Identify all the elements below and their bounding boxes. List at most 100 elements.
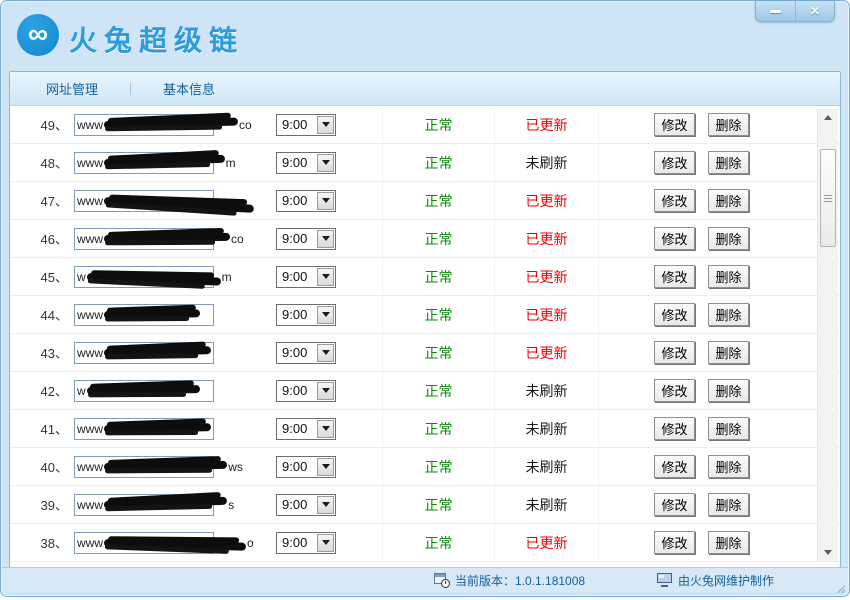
delete-button[interactable]: 删除: [708, 303, 749, 326]
time-dropdown-button[interactable]: [317, 192, 334, 210]
modify-button[interactable]: 修改: [654, 265, 695, 288]
modify-button[interactable]: 修改: [654, 151, 695, 174]
delete-button[interactable]: 删除: [708, 493, 749, 516]
status-text: 正常: [425, 305, 453, 325]
caret-up-icon: [824, 115, 832, 120]
time-value: 9:00: [277, 231, 317, 246]
scroll-down-button[interactable]: [818, 544, 838, 561]
clock-window-icon: [434, 573, 449, 587]
url-input[interactable]: www: [74, 342, 214, 364]
time-dropdown[interactable]: 9:00: [276, 418, 336, 440]
time-dropdown[interactable]: 9:00: [276, 304, 336, 326]
url-input[interactable]: www ws: [74, 456, 214, 478]
status-cell: 正常: [382, 106, 494, 143]
delete-button[interactable]: 删除: [708, 379, 749, 402]
row-number: 38、: [22, 533, 74, 552]
status-cell: 正常: [382, 372, 494, 409]
url-input[interactable]: w m: [74, 266, 214, 288]
modify-button[interactable]: 修改: [654, 303, 695, 326]
modify-button[interactable]: 修改: [654, 531, 695, 554]
time-dropdown[interactable]: 9:00: [276, 532, 336, 554]
vertical-scrollbar[interactable]: [817, 109, 838, 561]
caret-down-icon: [322, 236, 330, 241]
time-dropdown-button[interactable]: [317, 230, 334, 248]
time-dropdown-button[interactable]: [317, 496, 334, 514]
url-suffix: m: [226, 156, 236, 170]
time-value: 9:00: [277, 459, 317, 474]
status-cell: 正常: [382, 182, 494, 219]
minimize-button[interactable]: [756, 1, 795, 21]
time-dropdown-button[interactable]: [317, 382, 334, 400]
update-text: 已更新: [526, 229, 568, 249]
modify-button[interactable]: 修改: [654, 455, 695, 478]
url-input[interactable]: www o: [74, 532, 214, 554]
time-dropdown[interactable]: 9:00: [276, 190, 336, 212]
time-dropdown-button[interactable]: [317, 420, 334, 438]
url-input[interactable]: www: [74, 190, 214, 212]
row-number: 45、: [22, 267, 74, 286]
time-dropdown-button[interactable]: [317, 534, 334, 552]
time-dropdown-button[interactable]: [317, 154, 334, 172]
time-value: 9:00: [277, 383, 317, 398]
url-input[interactable]: www co: [74, 114, 214, 136]
delete-button[interactable]: 删除: [708, 341, 749, 364]
modify-button[interactable]: 修改: [654, 493, 695, 516]
tab-url-management[interactable]: 网址管理: [28, 79, 116, 98]
status-cell: 正常: [382, 258, 494, 295]
infinity-icon: ∞: [28, 20, 48, 48]
table-row: 40、 www ws 9:00 正常 未刷新 修改 删除: [10, 448, 840, 486]
time-value: 9:00: [277, 421, 317, 436]
modify-button[interactable]: 修改: [654, 341, 695, 364]
delete-button[interactable]: 删除: [708, 227, 749, 250]
modify-button[interactable]: 修改: [654, 227, 695, 250]
time-dropdown[interactable]: 9:00: [276, 494, 336, 516]
modify-button[interactable]: 修改: [654, 189, 695, 212]
modify-button[interactable]: 修改: [654, 417, 695, 440]
modify-button[interactable]: 修改: [654, 379, 695, 402]
row-number: 43、: [22, 343, 74, 362]
time-dropdown-button[interactable]: [317, 306, 334, 324]
time-value: 9:00: [277, 193, 317, 208]
update-text: 已更新: [526, 305, 568, 325]
url-input[interactable]: www: [74, 418, 214, 440]
delete-button[interactable]: 删除: [708, 531, 749, 554]
modify-button[interactable]: 修改: [654, 113, 695, 136]
url-redaction: [104, 346, 211, 357]
url-input[interactable]: www s: [74, 494, 214, 516]
time-dropdown-button[interactable]: [317, 344, 334, 362]
row-number: 47、: [22, 191, 74, 210]
url-redaction: [104, 197, 254, 213]
time-dropdown[interactable]: 9:00: [276, 266, 336, 288]
url-redaction: [104, 309, 201, 319]
time-dropdown[interactable]: 9:00: [276, 114, 336, 136]
time-value: 9:00: [277, 307, 317, 322]
delete-button[interactable]: 删除: [708, 265, 749, 288]
time-dropdown[interactable]: 9:00: [276, 456, 336, 478]
time-dropdown-button[interactable]: [317, 116, 334, 134]
time-dropdown[interactable]: 9:00: [276, 152, 336, 174]
tab-basic-info[interactable]: 基本信息: [145, 79, 233, 98]
url-input[interactable]: www: [74, 304, 214, 326]
url-input[interactable]: www co: [74, 228, 214, 250]
time-value: 9:00: [277, 117, 317, 132]
scroll-up-button[interactable]: [818, 109, 838, 126]
url-input[interactable]: w: [74, 380, 214, 402]
delete-button[interactable]: 删除: [708, 417, 749, 440]
delete-button[interactable]: 删除: [708, 189, 749, 212]
scrollbar-thumb[interactable]: [820, 149, 836, 247]
time-dropdown-button[interactable]: [317, 458, 334, 476]
time-value: 9:00: [277, 269, 317, 284]
url-prefix: www: [77, 498, 103, 512]
delete-button[interactable]: 删除: [708, 455, 749, 478]
delete-button[interactable]: 删除: [708, 113, 749, 136]
close-button[interactable]: ✕: [795, 1, 834, 21]
time-dropdown-button[interactable]: [317, 268, 334, 286]
resize-grip[interactable]: [837, 585, 845, 593]
time-dropdown[interactable]: 9:00: [276, 228, 336, 250]
url-input[interactable]: www m: [74, 152, 214, 174]
delete-button[interactable]: 删除: [708, 151, 749, 174]
time-dropdown[interactable]: 9:00: [276, 380, 336, 402]
time-dropdown[interactable]: 9:00: [276, 342, 336, 364]
caret-down-icon: [322, 464, 330, 469]
app-logo: ∞: [17, 14, 59, 56]
